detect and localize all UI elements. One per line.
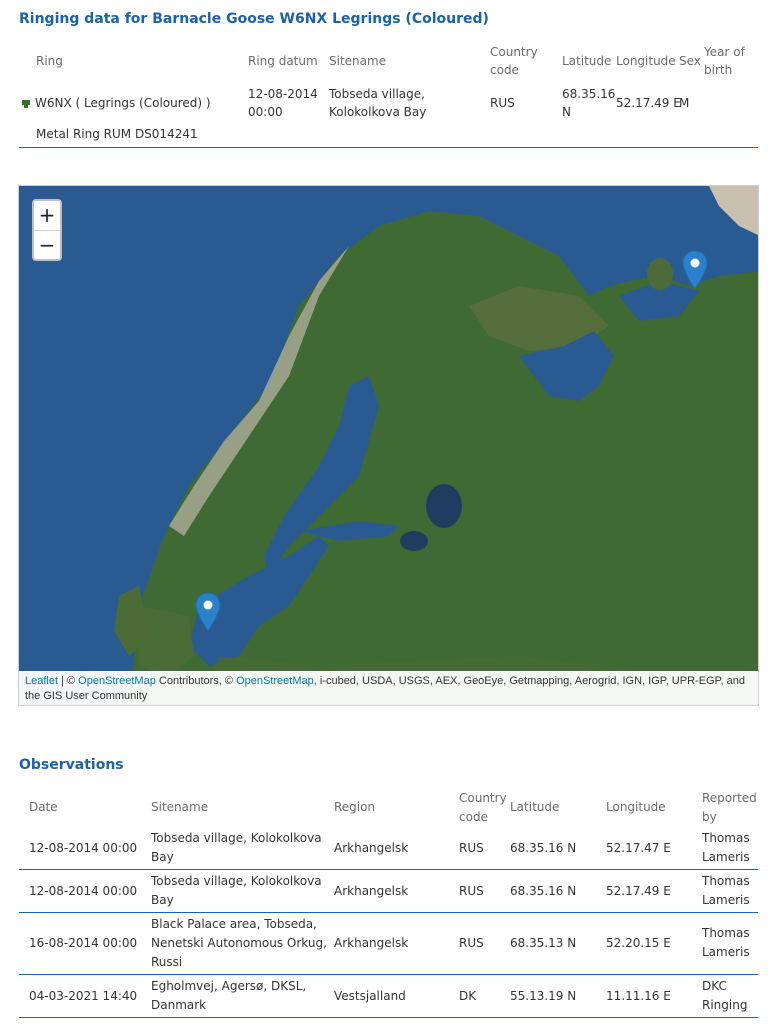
header-country-code: Country code: [459, 791, 507, 824]
obs-reported-by: Thomas Lameris: [702, 874, 750, 907]
ring-latitude-cell: 68.35.16 N: [562, 87, 616, 119]
map-attribution: Leaflet | © OpenStreetMap Contributors, …: [19, 671, 758, 705]
obs-date: 12-08-2014 00:00: [29, 841, 138, 855]
obs-country: RUS: [459, 841, 484, 855]
obs-longitude: 52.17.47 E: [606, 841, 671, 855]
obs-region: Arkhangelsk: [334, 936, 409, 950]
header-latitude: Latitude: [562, 54, 612, 68]
obs-sitename: Egholmvej, Agersø, DKSL, Danmark: [151, 979, 307, 1012]
header-region: Region: [334, 800, 376, 814]
obs-date: 16-08-2014 00:00: [29, 936, 138, 950]
obs-date: 04-03-2021 14:40: [29, 989, 138, 1003]
obs-longitude: 52.17.49 E: [606, 884, 671, 898]
obs-longitude: 52.20.15 E: [606, 936, 671, 950]
ring-icon: [22, 99, 30, 108]
obs-region: Vestsjalland: [334, 989, 406, 1003]
obs-sitename: Tobseda village, Kolokolkova Bay: [151, 874, 322, 907]
obs-region: Arkhangelsk: [334, 884, 409, 898]
table-row[interactable]: 12-08-2014 00:00 Tobseda village, Koloko…: [19, 828, 758, 870]
obs-latitude: 68.35.13 N: [510, 936, 577, 950]
ringing-table: Ring Ring datum Sitename Country code Lat…: [19, 40, 758, 148]
metal-ring: Metal Ring RUM DS014241: [36, 127, 198, 141]
map-marker-icon[interactable]: [682, 250, 708, 290]
header-year-of-birth: Year of birth: [704, 45, 745, 77]
osm-link-2[interactable]: OpenStreetMap: [236, 675, 314, 687]
osm-link[interactable]: OpenStreetMap: [78, 675, 156, 687]
ring-datum-cell: 12-08-2014 00:00: [248, 87, 318, 119]
zoom-in-button[interactable]: +: [34, 201, 60, 231]
ring-sitename-cell: Tobseda village, Kolokolkova Bay: [329, 87, 427, 119]
obs-latitude: 55.13.19 N: [510, 989, 577, 1003]
ring-value: W6NX ( Legrings (Coloured) ): [35, 96, 211, 110]
map-tiles: [19, 186, 758, 705]
header-longitude: Longitude: [606, 800, 666, 814]
table-row[interactable]: 12-08-2014 00:00 Tobseda village, Koloko…: [19, 870, 758, 913]
table-row[interactable]: 04-03-2021 14:40 Egholmvej, Agersø, DKSL…: [19, 975, 758, 1018]
obs-reported-by: DKC Ringing: [702, 979, 748, 1012]
header-country-code: Country code: [490, 45, 538, 77]
ring-country-cell: RUS: [490, 96, 515, 110]
observations-header: Date Sitename Region Country code Latitud…: [19, 787, 758, 828]
obs-sitename: Black Palace area, Tobseda, Nenetski Auto…: [151, 917, 327, 969]
header-sex: Sex: [679, 54, 701, 68]
header-latitude: Latitude: [510, 800, 560, 814]
map-marker-icon[interactable]: [195, 592, 221, 632]
ring-longitude-cell: 52.17.49 E: [616, 96, 681, 110]
observations-table: Date Sitename Region Country code Latitud…: [19, 787, 758, 1018]
table-row[interactable]: 16-08-2014 00:00 Black Palace area, Tobs…: [19, 913, 758, 975]
obs-latitude: 68.35.16 N: [510, 884, 577, 898]
obs-country: RUS: [459, 884, 484, 898]
header-ring-datum: Ring datum: [248, 54, 318, 68]
ring-cell: W6NX ( Legrings (Coloured) ): [21, 94, 211, 112]
ringing-table-header: Ring Ring datum Sitename Country code Lat…: [19, 40, 758, 82]
header-longitude: Longitude: [616, 54, 676, 68]
obs-country: RUS: [459, 936, 484, 950]
header-sitename: Sitename: [151, 800, 209, 814]
divider: [19, 147, 758, 148]
obs-latitude: 68.35.16 N: [510, 841, 577, 855]
obs-region: Arkhangelsk: [334, 841, 409, 855]
header-sitename: Sitename: [329, 54, 387, 68]
obs-sitename: Tobseda village, Kolokolkova Bay: [151, 831, 322, 864]
leaflet-link[interactable]: Leaflet: [25, 675, 58, 687]
zoom-control: + −: [32, 199, 62, 261]
zoom-out-button[interactable]: −: [34, 231, 60, 259]
header-reported-by: Reported by: [702, 791, 757, 824]
obs-longitude: 11.11.16 E: [606, 989, 671, 1003]
header-ring: Ring: [36, 54, 63, 68]
page-title: Ringing data for Barnacle Goose W6NX Leg…: [19, 11, 489, 27]
obs-date: 12-08-2014 00:00: [29, 884, 138, 898]
header-date: Date: [29, 800, 58, 814]
ringing-row: W6NX ( Legrings (Coloured) ) 12-08-2014 0…: [19, 82, 758, 124]
obs-reported-by: Thomas Lameris: [702, 926, 750, 959]
map[interactable]: + − Leaflet | © OpenStreetMap Contributo…: [18, 185, 759, 706]
ring-sex-cell: M: [679, 96, 690, 110]
obs-country: DK: [459, 989, 477, 1003]
obs-reported-by: Thomas Lameris: [702, 831, 750, 864]
observations-title: Observations: [19, 757, 124, 773]
